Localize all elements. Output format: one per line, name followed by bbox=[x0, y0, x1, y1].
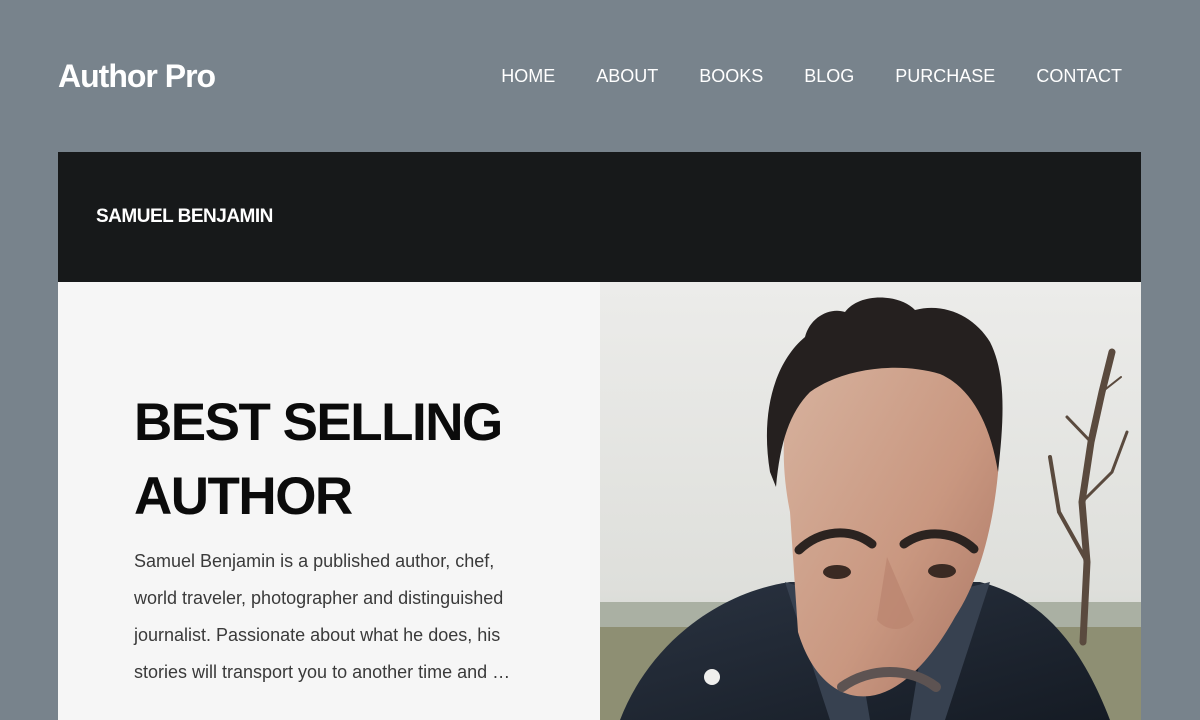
left-eye bbox=[823, 565, 851, 579]
intro-panel: BEST SELLING AUTHOR Samuel Benjamin is a… bbox=[58, 282, 600, 720]
nav-home[interactable]: HOME bbox=[501, 64, 555, 88]
nav-about[interactable]: ABOUT bbox=[596, 64, 658, 88]
right-eye bbox=[928, 564, 956, 578]
nav-blog[interactable]: BLOG bbox=[804, 64, 854, 88]
site-header: Author Pro HOME ABOUT BOOKS BLOG PURCHAS… bbox=[0, 0, 1200, 152]
author-photo bbox=[600, 282, 1141, 720]
nav-purchase[interactable]: PURCHASE bbox=[895, 64, 995, 88]
nav-books[interactable]: BOOKS bbox=[699, 64, 763, 88]
site-title[interactable]: Author Pro bbox=[58, 54, 216, 98]
hero-bar: SAMUEL BENJAMIN bbox=[58, 152, 1141, 282]
jacket-button bbox=[704, 669, 720, 685]
author-bio: Samuel Benjamin is a published author, c… bbox=[134, 551, 511, 682]
main-navigation: HOME ABOUT BOOKS BLOG PURCHASE CONTACT bbox=[501, 64, 1122, 88]
headline: BEST SELLING AUTHOR bbox=[134, 393, 503, 526]
nav-contact[interactable]: CONTACT bbox=[1036, 64, 1122, 88]
author-name: SAMUEL BENJAMIN bbox=[96, 206, 273, 227]
author-portrait-illustration bbox=[600, 282, 1141, 720]
